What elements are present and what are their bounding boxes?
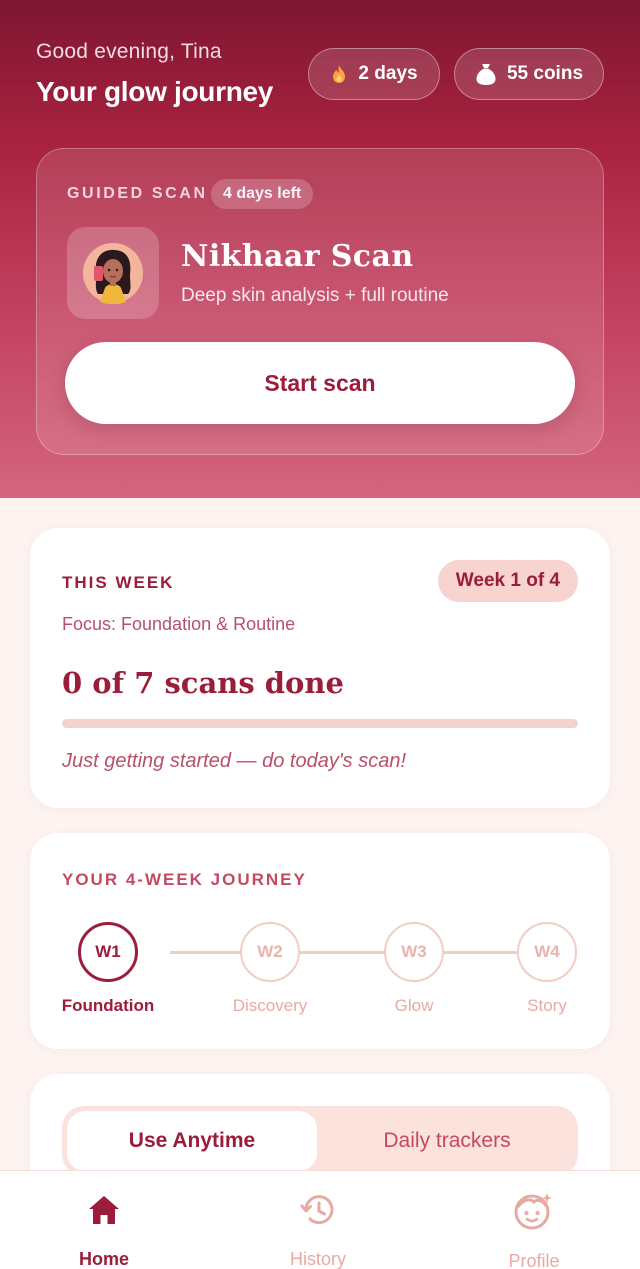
journey-step-label: Foundation (61, 996, 155, 1015)
journey-kicker: YOUR 4-WEEK JOURNEY (62, 870, 307, 889)
greeting: Good evening, Tina (36, 40, 222, 63)
journey-card: YOUR 4-WEEK JOURNEY W1 W2 W3 W4 Foundati… (30, 833, 610, 1049)
scan-kicker: GUIDED SCAN (67, 185, 208, 202)
coins-label: 55 coins (506, 63, 584, 84)
nav-home-label: Home (78, 1249, 129, 1269)
week-focus: Focus: Foundation & Routine (62, 614, 296, 634)
bottom-nav: Home History Profile (0, 1170, 640, 1269)
progress-note: Just getting started — do today's scan! (62, 750, 407, 772)
nav-home[interactable]: Home (24, 1171, 184, 1269)
scans-progress-text: 0 of 7 scans done (62, 666, 344, 700)
streak-label: 2 days (358, 63, 418, 84)
coin-bag-icon (475, 62, 497, 86)
this-week-card: THIS WEEK Week 1 of 4 Focus: Foundation … (30, 528, 610, 808)
history-icon (300, 1193, 336, 1227)
week-badge: Week 1 of 4 (437, 560, 578, 602)
mode-segmented-control: Use Anytime Daily trackers (62, 1106, 578, 1176)
scans-progress-bar (62, 719, 578, 728)
journey-step-w2[interactable]: W2 (240, 922, 300, 982)
nav-profile-label: Profile (508, 1251, 560, 1269)
journey-step-label: Story (527, 996, 567, 1015)
journey-step-label: Glow (394, 996, 434, 1015)
journey-step-w1[interactable]: W1 (78, 922, 138, 982)
journey-step-w4[interactable]: W4 (517, 922, 577, 982)
scan-name: Nikhaar Scan (181, 239, 414, 274)
nav-profile[interactable]: Profile (454, 1171, 614, 1269)
journey-connector (170, 951, 240, 954)
tab-use-anytime[interactable]: Use Anytime (67, 1111, 317, 1171)
journey-step-label: Discovery (232, 996, 308, 1015)
avatar (67, 227, 159, 319)
journey-step-w3[interactable]: W3 (384, 922, 444, 982)
tab-daily-trackers[interactable]: Daily trackers (322, 1111, 572, 1171)
woman-avatar-icon (83, 243, 143, 304)
journey-connector (300, 951, 385, 954)
start-scan-button[interactable]: Start scan (65, 342, 575, 424)
journey-connector (444, 951, 518, 954)
flame-icon (330, 64, 348, 84)
nav-history-label: History (289, 1249, 346, 1269)
this-week-kicker: THIS WEEK (62, 573, 175, 592)
home-icon (87, 1193, 121, 1227)
page-title: Your glow journey (36, 76, 274, 107)
guided-scan-card: GUIDED SCAN 4 days left Nikhaar Scan Dee… (36, 148, 604, 455)
scan-subtitle: Deep skin analysis + full routine (181, 285, 449, 306)
coins-pill[interactable]: 55 coins (454, 48, 604, 100)
streak-pill[interactable]: 2 days (308, 48, 440, 100)
nav-history[interactable]: History (238, 1171, 398, 1269)
days-left-badge: 4 days left (211, 179, 314, 209)
profile-icon (514, 1193, 554, 1230)
hero-header: Good evening, Tina Your glow journey 2 d… (0, 0, 640, 498)
